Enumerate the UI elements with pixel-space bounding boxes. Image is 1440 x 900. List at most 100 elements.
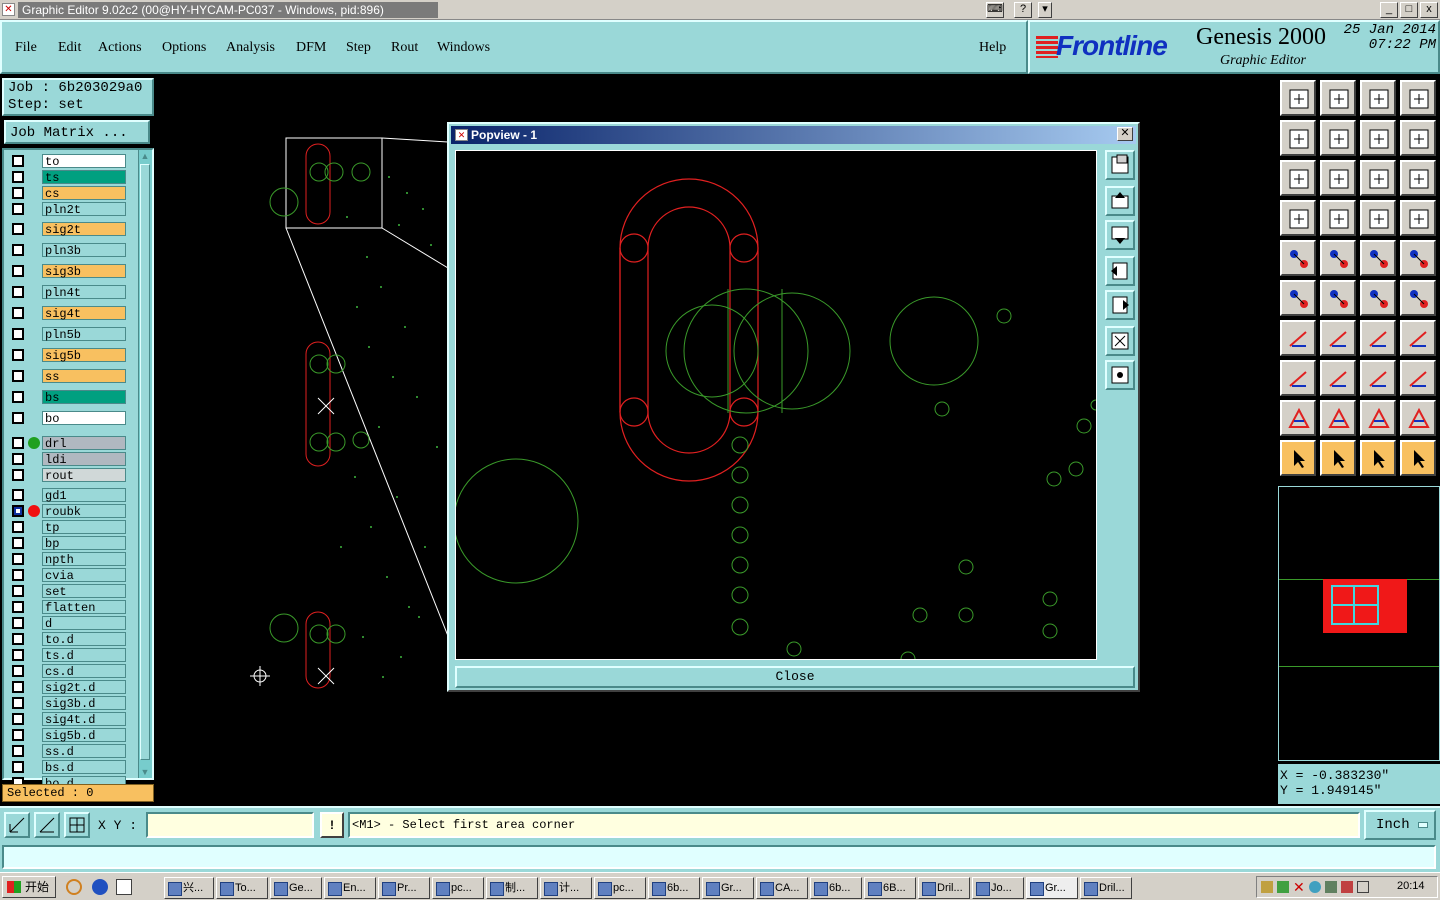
layer-name[interactable]: bs.d — [42, 760, 126, 775]
scroll-down-icon[interactable]: ▼ — [139, 766, 151, 778]
minimize-button[interactable]: _ — [1380, 2, 1398, 18]
popview-canvas[interactable] — [453, 150, 1102, 667]
pointer-box-icon[interactable] — [1320, 440, 1356, 476]
layer-name[interactable]: sig5b.d — [42, 728, 126, 743]
layer-checkbox[interactable] — [12, 469, 24, 481]
layer-name[interactable]: tp — [42, 520, 126, 535]
layer-row-ts-d[interactable]: ts.d — [8, 648, 126, 663]
menu-dfm[interactable]: DFM — [296, 40, 326, 56]
layer-row-sig5b-d[interactable]: sig5b.d — [8, 728, 126, 743]
overview-panel[interactable] — [1278, 486, 1440, 761]
layer-name[interactable]: d — [42, 616, 126, 631]
layer-name[interactable]: sig3b — [42, 264, 126, 279]
layer-row-roubk[interactable]: roubk — [8, 504, 126, 519]
zoom-center-icon[interactable] — [1320, 160, 1356, 196]
layer-row-bs-d[interactable]: bs.d — [8, 760, 126, 775]
ruler-icon[interactable] — [1360, 240, 1396, 276]
keyboard-icon[interactable]: ⌨ — [986, 2, 1004, 18]
taskbar-item[interactable]: Dril... — [1080, 877, 1132, 899]
layer-checkbox[interactable] — [12, 171, 24, 183]
pad-icon[interactable] — [1400, 240, 1436, 276]
taskbar-item[interactable]: 兴... — [164, 877, 214, 899]
layer-row-pln3b[interactable]: pln3b — [8, 243, 126, 258]
layer-name[interactable]: bp — [42, 536, 126, 551]
layer-checkbox[interactable] — [12, 244, 24, 256]
layer-name[interactable]: rout — [42, 468, 126, 483]
layer-row-sig2t-d[interactable]: sig2t.d — [8, 680, 126, 695]
open-job-icon[interactable] — [1280, 80, 1316, 116]
layer-name[interactable]: gd1 — [42, 488, 126, 503]
help-query-icon[interactable] — [1400, 160, 1436, 196]
layer-row-rout[interactable]: rout — [8, 468, 126, 483]
layer-name[interactable]: pln3b — [42, 243, 126, 258]
pan-left-icon[interactable] — [1280, 120, 1316, 156]
layer-name[interactable]: ss — [42, 369, 126, 384]
popview-pan-left-button[interactable] — [1105, 256, 1135, 286]
triangle-icon[interactable] — [1280, 400, 1316, 436]
layer-name[interactable]: bs — [42, 390, 126, 405]
layer-name[interactable]: pln5b — [42, 327, 126, 342]
menu-edit[interactable]: Edit — [58, 40, 81, 56]
maximize-button[interactable]: □ — [1400, 2, 1418, 18]
cross-icon[interactable] — [1320, 280, 1356, 316]
dropdown-icon[interactable]: ▾ — [1038, 2, 1052, 18]
measure-icon[interactable] — [34, 812, 60, 838]
layer-row-sig3b[interactable]: sig3b — [8, 264, 126, 279]
connect-icon[interactable] — [1280, 280, 1316, 316]
layer-name[interactable]: sig2t.d — [42, 680, 126, 695]
layer-name[interactable]: bo — [42, 411, 126, 426]
menu-file[interactable]: File — [15, 40, 37, 56]
alert-icon[interactable]: ! — [320, 812, 344, 838]
tray-icon-4[interactable] — [1325, 881, 1337, 893]
layer-row-cs[interactable]: cs — [8, 186, 126, 201]
popview-titlebar[interactable]: Popview - 1 — [451, 126, 1136, 144]
layer-row-bs[interactable]: bs — [8, 390, 126, 405]
layer-checkbox[interactable] — [12, 617, 24, 629]
net-select-icon[interactable] — [1360, 200, 1396, 236]
triangle-a-icon[interactable] — [1320, 400, 1356, 436]
line-draw-icon[interactable] — [1320, 240, 1356, 276]
pointer-route-icon[interactable] — [1400, 440, 1436, 476]
menu-step[interactable]: Step — [346, 40, 371, 56]
layer-name[interactable]: drl — [42, 436, 126, 451]
layer-row-drl[interactable]: drl — [8, 436, 126, 451]
taskbar-item[interactable]: Pr... — [378, 877, 430, 899]
layer-row-bp[interactable]: bp — [8, 536, 126, 551]
slash-icon[interactable] — [1320, 320, 1356, 356]
popview-home-down-button[interactable] — [1105, 220, 1135, 250]
layer-checkbox[interactable] — [12, 223, 24, 235]
layer-name[interactable]: pln2t — [42, 202, 126, 217]
layer-checkbox[interactable] — [12, 697, 24, 709]
taskbar-item[interactable]: CA... — [756, 877, 808, 899]
taskbar-item[interactable]: Ge... — [270, 877, 322, 899]
layer-checkbox[interactable] — [12, 187, 24, 199]
layer-name[interactable]: to — [42, 154, 126, 169]
popview-center-button[interactable] — [1105, 360, 1135, 390]
layer-checkbox[interactable] — [12, 745, 24, 757]
taskbar-item[interactable]: Gr... — [1026, 877, 1078, 899]
menu-help[interactable]: Help — [979, 40, 1006, 56]
zoom-fit-icon[interactable] — [1280, 160, 1316, 196]
layer-row-ss[interactable]: ss — [8, 369, 126, 384]
route-icon[interactable] — [1400, 280, 1436, 316]
taskbar-item[interactable]: Jo... — [972, 877, 1024, 899]
start-button[interactable]: 开始 — [2, 876, 56, 898]
layer-name[interactable]: ts.d — [42, 648, 126, 663]
layer-checkbox[interactable] — [12, 489, 24, 501]
layer-checkbox[interactable] — [12, 713, 24, 725]
layer-checkbox[interactable] — [12, 761, 24, 773]
tray-icon-1[interactable] — [1261, 881, 1273, 893]
snap-icon[interactable] — [4, 812, 30, 838]
layer-checkbox[interactable] — [12, 537, 24, 549]
layer-name[interactable]: cs — [42, 186, 126, 201]
layer-checkbox[interactable] — [12, 155, 24, 167]
pointer-select-icon[interactable] — [1360, 440, 1396, 476]
layer-name[interactable]: sig4t — [42, 306, 126, 321]
taskbar-item[interactable]: pc... — [594, 877, 646, 899]
layer-row-flatten[interactable]: flatten — [8, 600, 126, 615]
taskbar-item[interactable]: 制... — [486, 877, 538, 899]
zoom-1-2-icon[interactable] — [1360, 160, 1396, 196]
layer-checkbox[interactable] — [12, 505, 24, 517]
layer-checkbox[interactable] — [12, 328, 24, 340]
units-selector[interactable]: Inch — [1364, 810, 1436, 840]
